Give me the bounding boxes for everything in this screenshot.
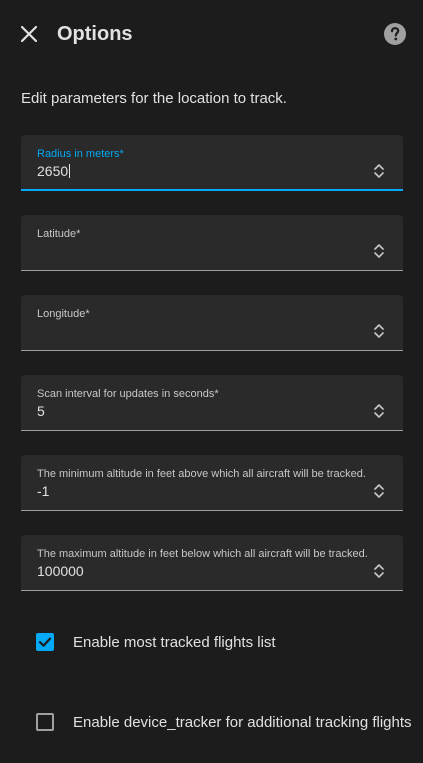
field-label: Radius in meters* bbox=[37, 148, 124, 160]
field-value: 5 bbox=[37, 403, 45, 419]
min-altitude-field[interactable]: The minimum altitude in feet above which… bbox=[21, 455, 403, 511]
scan-interval-field[interactable]: Scan interval for updates in seconds* 5 bbox=[21, 375, 403, 431]
device-tracker-checkbox-row[interactable]: Enable device_tracker for additional tra… bbox=[26, 703, 412, 741]
field-value: 2650 bbox=[37, 163, 69, 179]
close-icon bbox=[20, 25, 38, 43]
chevron-up-down-icon[interactable] bbox=[373, 243, 385, 259]
field-label: The minimum altitude in feet above which… bbox=[37, 468, 366, 480]
field-label: The maximum altitude in feet below which… bbox=[37, 548, 368, 560]
field-label: Longitude* bbox=[37, 308, 90, 320]
field-value: -1 bbox=[37, 483, 50, 499]
most-tracked-checkbox[interactable] bbox=[36, 633, 54, 651]
most-tracked-checkbox-row[interactable]: Enable most tracked flights list bbox=[26, 623, 276, 661]
field-label: Scan interval for updates in seconds* bbox=[37, 388, 219, 400]
options-dialog: Options Edit parameters for the location… bbox=[0, 0, 423, 763]
field-label: Latitude* bbox=[37, 228, 81, 240]
field-value-wrap: 2650 bbox=[37, 163, 71, 179]
max-altitude-field[interactable]: The maximum altitude in feet below which… bbox=[21, 535, 403, 591]
longitude-field[interactable]: Longitude* bbox=[21, 295, 403, 351]
checkbox-label: Enable device_tracker for additional tra… bbox=[73, 713, 412, 731]
dialog-description: Edit parameters for the location to trac… bbox=[21, 90, 287, 107]
field-value: 100000 bbox=[37, 563, 84, 579]
dialog-title: Options bbox=[57, 23, 133, 45]
chevron-up-down-icon[interactable] bbox=[373, 483, 385, 499]
close-button[interactable] bbox=[13, 18, 45, 50]
chevron-up-down-icon[interactable] bbox=[373, 563, 385, 579]
radius-field[interactable]: Radius in meters* 2650 bbox=[21, 135, 403, 191]
check-icon bbox=[38, 637, 52, 647]
chevron-up-down-icon[interactable] bbox=[373, 163, 385, 179]
checkbox-label: Enable most tracked flights list bbox=[73, 633, 276, 651]
help-circle-icon[interactable] bbox=[383, 22, 407, 46]
chevron-up-down-icon[interactable] bbox=[373, 403, 385, 419]
chevron-up-down-icon[interactable] bbox=[373, 323, 385, 339]
text-caret bbox=[69, 164, 71, 178]
dialog-header: Options bbox=[0, 0, 423, 68]
device-tracker-checkbox[interactable] bbox=[36, 713, 54, 731]
latitude-field[interactable]: Latitude* bbox=[21, 215, 403, 271]
